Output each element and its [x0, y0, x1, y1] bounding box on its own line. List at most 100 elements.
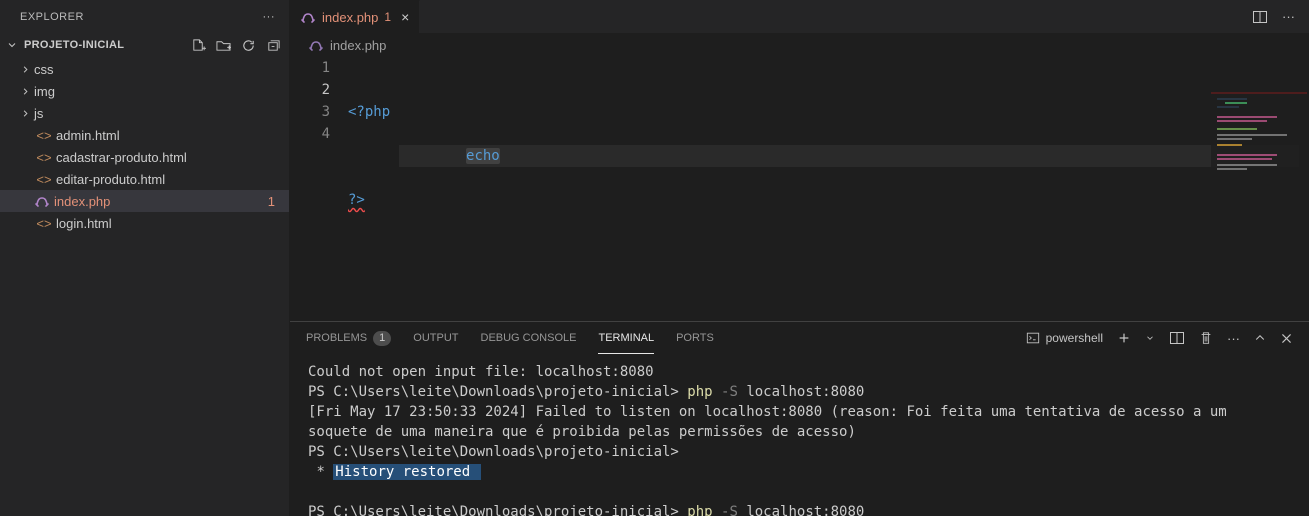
editor-actions: ··· — [1252, 0, 1309, 33]
explorer-sidebar: EXPLORER ··· PROJETO-INICIAL — [0, 0, 290, 516]
chevron-right-icon — [20, 86, 34, 97]
file-label: cadastrar-produto.html — [56, 150, 187, 165]
chevron-right-icon — [20, 64, 34, 75]
editor-more-icon[interactable]: ··· — [1282, 9, 1295, 24]
term-flag: -S — [713, 504, 747, 516]
php-file-icon — [300, 10, 316, 24]
file-problems-badge: 1 — [268, 194, 275, 209]
explorer-title: EXPLORER — [20, 11, 84, 23]
file-index-php[interactable]: index.php 1 — [0, 190, 289, 212]
folder-label: css — [34, 62, 54, 77]
tab-label: index.php — [322, 10, 378, 25]
panel-actions: powershell ··· — [1026, 330, 1293, 346]
problems-count-badge: 1 — [373, 331, 391, 346]
line-number: 1 — [290, 57, 330, 79]
tab-ports[interactable]: PORTS — [676, 322, 714, 354]
new-terminal-icon[interactable] — [1117, 331, 1131, 345]
breadcrumb-file: index.php — [330, 38, 386, 53]
editor-area: index.php 1 × ··· index.php 1 2 3 4 <?ph… — [290, 0, 1309, 516]
html-file-icon: <> — [34, 128, 54, 143]
new-folder-icon[interactable] — [216, 38, 231, 53]
html-file-icon: <> — [34, 172, 54, 187]
term-prompt: PS C:\Users\leite\Downloads\projeto-inic… — [308, 444, 687, 460]
explorer-more-icon[interactable]: ··· — [263, 11, 282, 23]
html-file-icon: <> — [34, 150, 54, 165]
panel-tabs: PROBLEMS 1 OUTPUT DEBUG CONSOLE TERMINAL… — [290, 322, 1309, 354]
term-cmd: php — [687, 504, 712, 516]
chevron-right-icon — [20, 108, 34, 119]
file-label: login.html — [56, 216, 112, 231]
line-number: 2 — [290, 79, 330, 101]
term-arg: localhost:8080 — [746, 504, 864, 516]
code-content[interactable]: <?php echo ?> — [348, 56, 1309, 321]
split-editor-icon[interactable] — [1252, 9, 1268, 25]
term-cmd: php — [687, 384, 712, 400]
php-file-icon — [308, 38, 324, 52]
terminal-dropdown-icon[interactable] — [1145, 333, 1155, 343]
file-editar[interactable]: <> editar-produto.html — [0, 168, 289, 190]
tab-close-icon[interactable]: × — [401, 9, 409, 25]
term-line — [308, 484, 316, 500]
panel-tab-label: OUTPUT — [413, 332, 458, 344]
line-number: 3 — [290, 101, 330, 123]
code-editor[interactable]: 1 2 3 4 <?php echo ?> — [290, 56, 1309, 321]
terminal-profile[interactable]: powershell — [1026, 331, 1103, 345]
code-token: echo — [466, 148, 500, 164]
panel-tab-label: PORTS — [676, 332, 714, 344]
php-file-icon — [34, 194, 54, 208]
folder-js[interactable]: js — [0, 102, 289, 124]
breadcrumb[interactable]: index.php — [290, 34, 1309, 56]
file-label: index.php — [54, 194, 110, 209]
panel-tab-label: PROBLEMS — [306, 332, 367, 344]
code-token: ?> — [348, 192, 365, 208]
panel-tab-label: TERMINAL — [598, 332, 654, 344]
project-name: PROJETO-INICIAL — [24, 39, 124, 51]
kill-terminal-icon[interactable] — [1199, 331, 1213, 345]
term-arg: localhost:8080 — [746, 384, 864, 400]
refresh-icon[interactable] — [241, 38, 256, 53]
panel-tab-label: DEBUG CONSOLE — [481, 332, 577, 344]
folder-label: js — [34, 106, 43, 121]
tab-modified-indicator: 1 — [384, 10, 391, 24]
close-panel-icon[interactable] — [1280, 332, 1293, 345]
split-terminal-icon[interactable] — [1169, 330, 1185, 346]
tab-index-php[interactable]: index.php 1 × — [290, 0, 420, 33]
explorer-header: EXPLORER ··· — [0, 0, 289, 34]
terminal-icon — [1026, 331, 1040, 345]
term-prompt: PS C:\Users\leite\Downloads\projeto-inic… — [308, 384, 687, 400]
project-actions — [191, 38, 281, 53]
tab-debug-console[interactable]: DEBUG CONSOLE — [481, 322, 577, 354]
collapse-all-icon[interactable] — [266, 38, 281, 53]
term-flag: -S — [713, 384, 747, 400]
tab-output[interactable]: OUTPUT — [413, 322, 458, 354]
html-file-icon: <> — [34, 216, 54, 231]
tab-bar: index.php 1 × ··· — [290, 0, 1309, 34]
term-line: * — [308, 464, 333, 480]
chevron-down-icon — [6, 39, 22, 51]
history-restored-badge: History restored — [333, 464, 480, 480]
new-file-icon[interactable] — [191, 38, 206, 53]
file-label: editar-produto.html — [56, 172, 165, 187]
file-login[interactable]: <> login.html — [0, 212, 289, 234]
file-label: admin.html — [56, 128, 120, 143]
folder-label: img — [34, 84, 55, 99]
term-prompt: PS C:\Users\leite\Downloads\projeto-inic… — [308, 504, 687, 516]
term-line: [Fri May 17 23:50:33 2024] Failed to lis… — [308, 404, 1235, 440]
project-root[interactable]: PROJETO-INICIAL — [0, 34, 289, 56]
folder-img[interactable]: img — [0, 80, 289, 102]
term-line: Could not open input file: localhost:808… — [308, 364, 654, 380]
folder-css[interactable]: css — [0, 58, 289, 80]
tab-terminal[interactable]: TERMINAL — [598, 322, 654, 354]
maximize-panel-icon[interactable] — [1254, 332, 1266, 344]
terminal-profile-label: powershell — [1046, 331, 1103, 345]
terminal-output[interactable]: Could not open input file: localhost:808… — [290, 354, 1309, 516]
file-tree: css img js <> admin.html <> cadastrar-pr… — [0, 56, 289, 234]
code-token: <?php — [348, 104, 390, 120]
bottom-panel: PROBLEMS 1 OUTPUT DEBUG CONSOLE TERMINAL… — [290, 321, 1309, 516]
line-gutter: 1 2 3 4 — [290, 56, 348, 321]
line-number: 4 — [290, 123, 330, 145]
file-cadastrar[interactable]: <> cadastrar-produto.html — [0, 146, 289, 168]
panel-more-icon[interactable]: ··· — [1227, 331, 1240, 346]
tab-problems[interactable]: PROBLEMS 1 — [306, 322, 391, 354]
file-admin[interactable]: <> admin.html — [0, 124, 289, 146]
